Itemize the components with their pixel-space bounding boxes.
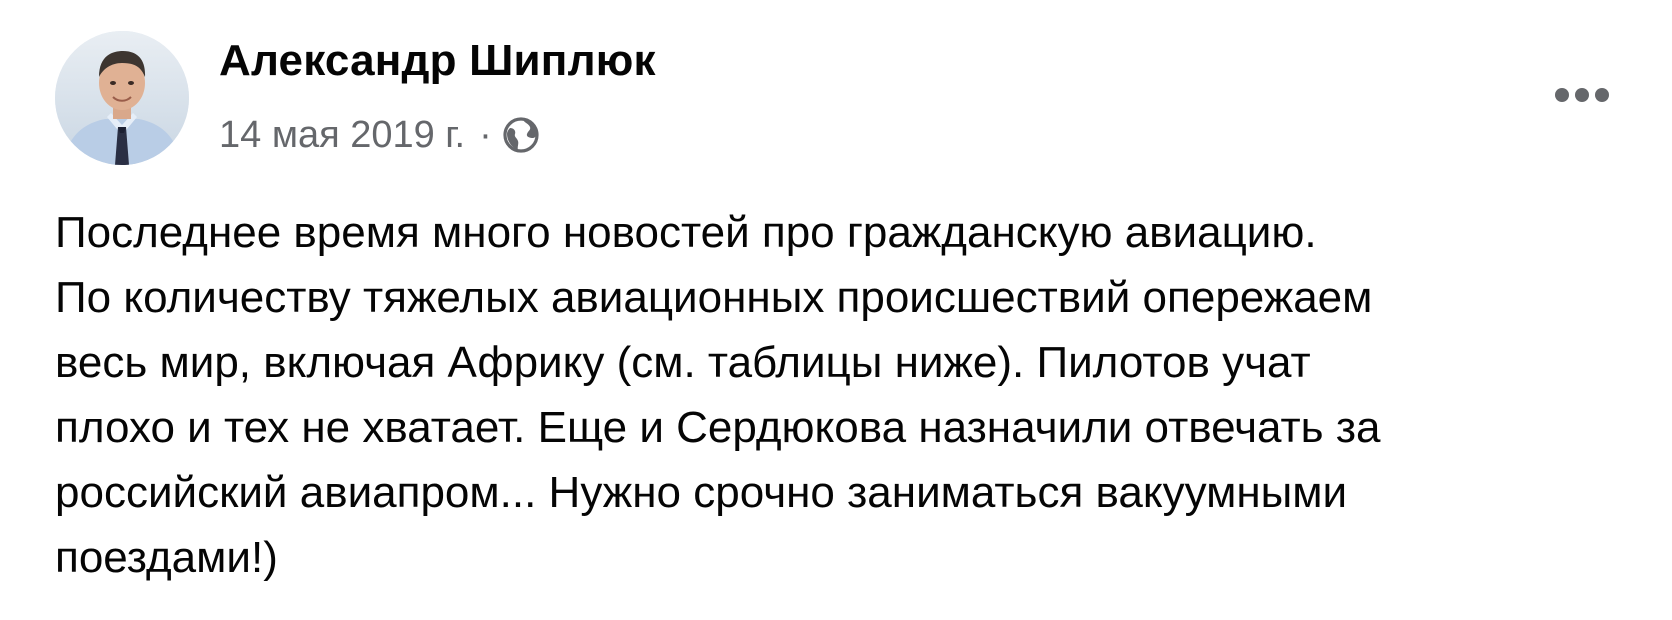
globe-icon[interactable] <box>502 116 540 154</box>
author-name[interactable]: Александр Шиплюк <box>219 36 656 86</box>
post-date[interactable]: 14 мая 2019 г. <box>219 114 465 157</box>
avatar[interactable] <box>55 31 189 165</box>
meta-separator: · <box>479 113 492 156</box>
facebook-post: Александр Шиплюк 14 мая 2019 г. · Послед… <box>0 0 1672 620</box>
more-options-icon <box>1555 88 1609 102</box>
profile-photo-icon <box>55 31 189 165</box>
post-meta: 14 мая 2019 г. · <box>219 110 540 160</box>
post-text: Последнее время много новостей про гражд… <box>55 208 1381 582</box>
more-options-button[interactable] <box>1546 73 1618 117</box>
